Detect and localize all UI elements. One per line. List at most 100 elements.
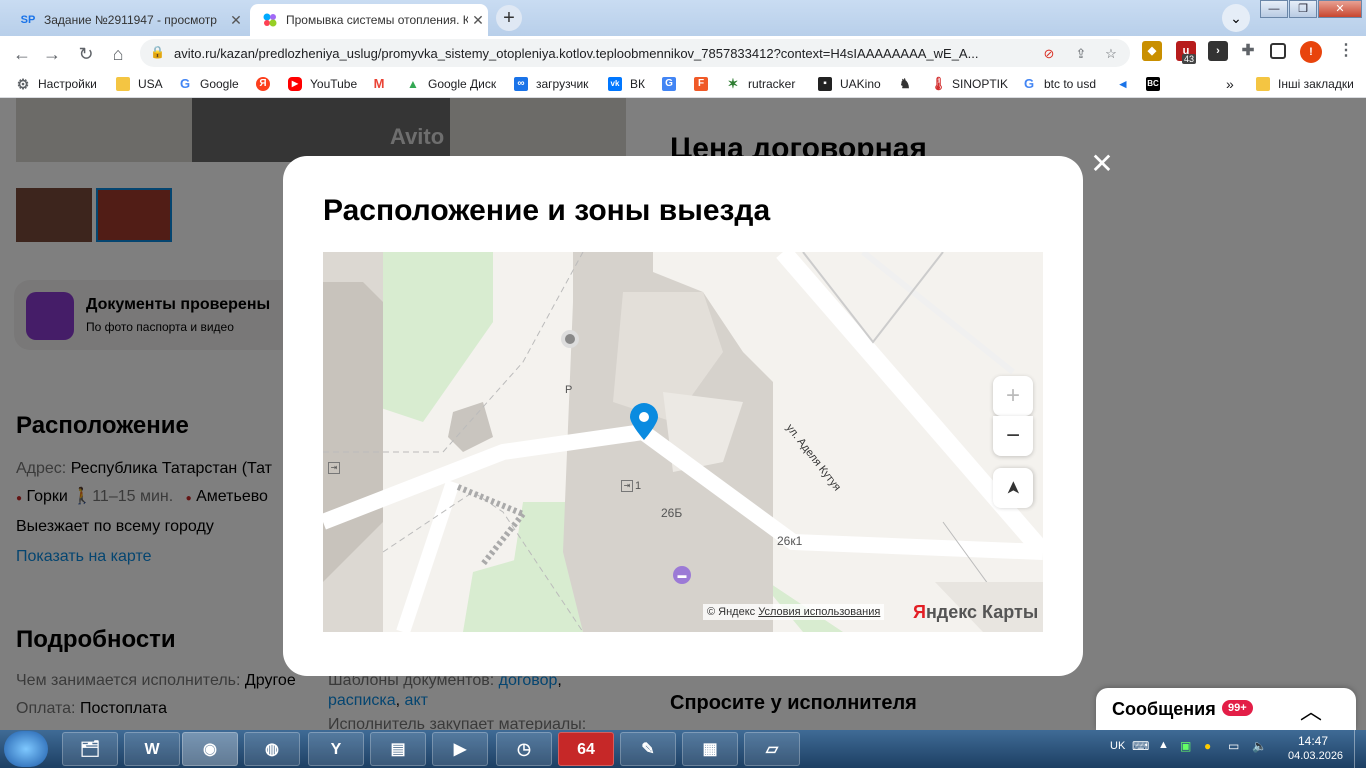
new-tab-button[interactable]: + <box>496 5 522 31</box>
tab-bar: SP Задание №2911947 - просмотр ✕ Промывк… <box>0 0 1366 36</box>
back-icon[interactable]: ← <box>10 42 34 66</box>
tray-arrow-icon[interactable]: ▲ <box>1158 739 1169 751</box>
bookmark-yandex[interactable]: Я <box>256 76 278 92</box>
volume-icon[interactable]: 🔈 <box>1252 739 1267 753</box>
tab-title: Промывка системы отопления. К <box>286 13 468 27</box>
language-indicator[interactable]: UK <box>1110 740 1125 752</box>
tab-task[interactable]: SP Задание №2911947 - просмотр ✕ <box>8 4 246 36</box>
notes-app-icon[interactable]: ▱ <box>744 732 800 766</box>
network-icon[interactable]: ▣ <box>1180 739 1191 753</box>
bookmark-label: Google Диск <box>428 77 497 91</box>
paint-app-icon[interactable]: ✎ <box>620 732 676 766</box>
bookmark-label: YouTube <box>310 77 358 91</box>
url-text[interactable]: avito.ru/kazan/predlozheniya_uslug/promy… <box>174 46 1054 61</box>
bookmark-drive[interactable]: ▲ Google Диск <box>406 76 496 92</box>
tray-app-icon[interactable]: ● <box>1204 739 1211 753</box>
bookmark-youtube[interactable]: ▶ YouTube <box>288 76 357 92</box>
bookmark-gmail[interactable]: M <box>372 76 394 92</box>
terminal-app-icon[interactable]: ▤ <box>370 732 426 766</box>
keyboard-icon[interactable]: ⌨ <box>1132 739 1149 753</box>
yandex-app-icon[interactable]: Y <box>308 732 364 766</box>
star-icon[interactable]: ☆ <box>1102 45 1120 63</box>
shield-app-icon[interactable]: W <box>124 732 180 766</box>
blocked-icon[interactable]: ⊘ <box>1040 45 1058 63</box>
lock-icon[interactable]: 🔒 <box>150 45 165 59</box>
close-window-button[interactable]: ✕ <box>1318 0 1362 18</box>
yandex-map[interactable]: ул. Аделя Кутуя 26Б 26к1 1 P ▬ ⇥ ⇥ + − ➤… <box>323 252 1043 632</box>
reload-icon[interactable]: ↻ <box>74 42 98 66</box>
tab-avito[interactable]: Промывка системы отопления. К ✕ <box>250 4 488 36</box>
translate-icon: G <box>662 77 676 91</box>
globe-app-icon[interactable]: ◍ <box>244 732 300 766</box>
entrance-label: 1 <box>635 480 642 492</box>
bookmark-chess[interactable]: ♞ <box>898 76 920 92</box>
poi-marker-icon[interactable] <box>561 330 579 348</box>
app-64-icon[interactable]: 64 <box>558 732 614 766</box>
clock-date[interactable]: 04.03.2026 <box>1288 750 1343 762</box>
forward-icon[interactable]: → <box>40 42 64 66</box>
bookmark-f[interactable]: F <box>694 76 716 92</box>
clock-app-icon[interactable]: ◷ <box>496 732 552 766</box>
tray-display-icon[interactable]: ▭ <box>1228 739 1239 753</box>
address-bar[interactable]: 🔒 avito.ru/kazan/predlozheniya_uslug/pro… <box>140 39 1130 67</box>
location-pin-icon[interactable] <box>628 402 660 442</box>
share-icon[interactable]: ⇪ <box>1072 45 1090 63</box>
bookmark-diamond[interactable]: ◂ <box>1116 76 1138 92</box>
home-icon[interactable]: ⌂ <box>106 42 130 66</box>
bookmark-vk[interactable]: vk ВК <box>608 76 645 92</box>
f-icon: F <box>694 77 708 91</box>
tab-search-chevron-icon[interactable]: ⌄ <box>1222 4 1250 32</box>
bookmark-label: btc to usd <box>1044 77 1097 91</box>
bc-icon: BC <box>1146 77 1160 91</box>
bookmarks-more-button[interactable]: » <box>1226 76 1234 92</box>
extension-shield-icon[interactable]: ◆ <box>1142 41 1162 61</box>
geolocate-button[interactable]: ➤ <box>993 468 1033 508</box>
messages-panel[interactable]: Сообщения 99+ ︿ <box>1096 688 1356 730</box>
chevron-up-icon[interactable]: ︿ <box>1300 694 1322 726</box>
zoom-out-button[interactable]: − <box>993 416 1033 456</box>
tab-close-icon[interactable]: ✕ <box>468 12 488 29</box>
gmail-icon: M <box>373 76 385 91</box>
extensions-puzzle-icon[interactable]: ✚ <box>1238 41 1258 61</box>
profile-avatar[interactable]: ! <box>1300 41 1322 63</box>
bookmark-bc[interactable]: BC <box>1146 76 1168 92</box>
minimize-button[interactable]: — <box>1260 0 1288 18</box>
rutracker-icon: ✶ <box>727 76 739 91</box>
start-button[interactable] <box>4 731 48 767</box>
modal-title: Расположение и зоны выезда <box>323 194 771 227</box>
bookmark-translate[interactable]: G <box>662 76 684 92</box>
chrome-app-icon[interactable]: ◉ <box>182 732 238 766</box>
bookmark-sinoptik[interactable]: 🌡 SINOPTIK <box>930 76 1008 92</box>
monitor-app-icon[interactable]: ▦ <box>682 732 738 766</box>
bookmark-label: rutracker <box>748 77 796 91</box>
other-bookmarks[interactable]: Інші закладки <box>1256 76 1354 92</box>
close-icon[interactable]: ✕ <box>1090 150 1114 178</box>
tab-close-icon[interactable]: ✕ <box>226 12 246 29</box>
diamond-icon: ◂ <box>1119 76 1127 91</box>
bookmark-rutracker[interactable]: ✶ rutracker <box>726 76 796 92</box>
media-app-icon[interactable]: ▶ <box>432 732 488 766</box>
folder-icon <box>1256 77 1270 91</box>
bookmark-label: Google <box>200 77 239 91</box>
clock-time[interactable]: 14:47 <box>1298 734 1328 748</box>
yandex-maps-logo[interactable]: Яндекс Карты <box>913 602 1038 623</box>
bookmark-usa[interactable]: USA <box>116 76 163 92</box>
bookmark-google[interactable]: G Google <box>178 76 239 92</box>
bookmark-settings[interactable]: ⚙ Настройки <box>16 76 97 92</box>
explorer-app-icon[interactable]: 🗂 <box>62 732 118 766</box>
zoom-in-button[interactable]: + <box>993 376 1033 416</box>
bookmark-label: загрузчик <box>536 77 589 91</box>
terms-link[interactable]: Условия использования <box>758 606 880 618</box>
other-bookmarks-label: Інші закладки <box>1278 77 1354 91</box>
entrance-icon: ⇥ <box>621 480 633 492</box>
bookmark-btc[interactable]: Gbtc to usd <box>1022 76 1096 92</box>
show-desktop-button[interactable] <box>1354 730 1366 768</box>
bookmark-loader[interactable]: ∞ загрузчик <box>514 76 588 92</box>
drive-icon: ▲ <box>407 77 419 91</box>
maximize-button[interactable]: ❐ <box>1289 0 1317 18</box>
extension-arrow-icon[interactable]: › <box>1208 41 1228 61</box>
menu-dots-icon[interactable]: ⋮ <box>1336 41 1356 61</box>
bookmark-uakino[interactable]: ▪ UAKino <box>818 76 881 92</box>
sidepanel-icon[interactable] <box>1270 43 1286 59</box>
hotel-marker-icon[interactable]: ▬ <box>673 566 691 584</box>
